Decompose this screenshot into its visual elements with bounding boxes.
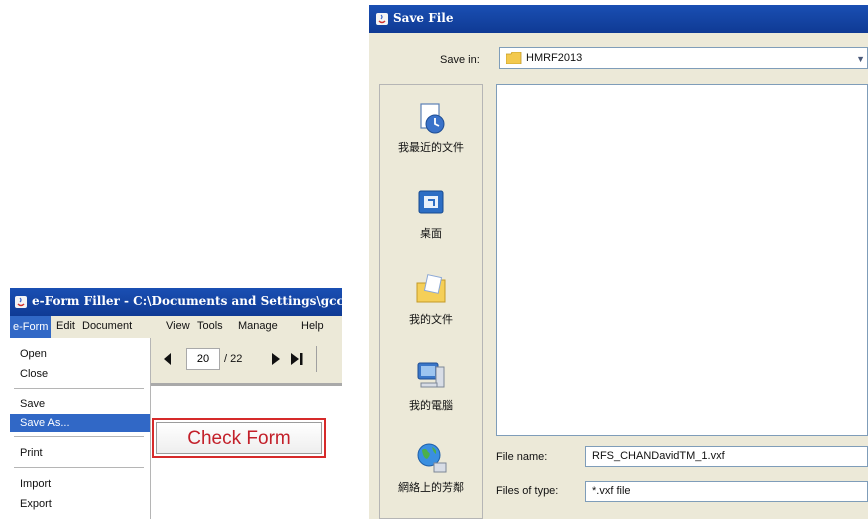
save-file-dialog: Save File Save in: HMRF2013 ▼ 我最近的文件 桌面 <box>369 5 868 519</box>
place-my-documents[interactable]: 我的文件 <box>380 273 482 327</box>
folder-icon <box>506 52 522 64</box>
menu-edit[interactable]: Edit <box>56 320 75 332</box>
place-recent-documents[interactable]: 我最近的文件 <box>380 101 482 155</box>
java-app-icon <box>15 296 27 308</box>
files-of-type-select[interactable]: *.vxf file <box>585 481 868 502</box>
save-dialog-title-bar: Save File <box>369 5 868 33</box>
page-total: / 22 <box>224 353 243 365</box>
chevron-down-icon[interactable]: ▼ <box>856 54 865 64</box>
menu-help[interactable]: Help <box>301 320 324 332</box>
check-form-button[interactable]: Check Form <box>152 418 326 458</box>
triangle-right-icon[interactable] <box>272 353 280 365</box>
save-in-label: Save in: <box>440 54 480 66</box>
menu-item-save-as[interactable]: Save As... <box>10 414 150 432</box>
menu-tools[interactable]: Tools <box>197 320 223 332</box>
menu-item-export[interactable]: Export <box>10 495 150 513</box>
menu-separator <box>14 388 144 389</box>
my-documents-icon <box>416 274 446 303</box>
eform-window-title: e-Form Filler - C:\Documents and Setting… <box>32 294 342 308</box>
save-in-value: HMRF2013 <box>526 52 583 64</box>
desktop-icon <box>418 190 444 214</box>
triangle-left-icon[interactable] <box>164 353 172 365</box>
place-network[interactable]: 網絡上的芳鄰 <box>380 441 482 495</box>
place-my-computer[interactable]: 我的電腦 <box>380 359 482 413</box>
eform-menu-bar: e-Form Edit Document View Tools Manage H… <box>10 316 342 339</box>
eform-dropdown-menu: Open Close Save Save As... Print Import … <box>10 338 151 519</box>
menu-eform[interactable]: e-Form <box>10 316 52 338</box>
recent-documents-icon <box>420 103 445 134</box>
toolbar-separator <box>316 346 317 372</box>
save-in-dropdown[interactable]: HMRF2013 ▼ <box>499 47 868 69</box>
eform-window: e-Form Filler - C:\Documents and Setting… <box>10 288 342 519</box>
menu-item-print[interactable]: Print <box>10 444 150 462</box>
menu-separator <box>14 436 144 437</box>
menu-manage[interactable]: Manage <box>238 320 278 332</box>
files-of-type-label: Files of type: <box>496 485 559 497</box>
places-bar: 我最近的文件 桌面 我的文件 我的電腦 網絡上的芳鄰 <box>379 84 483 519</box>
eform-toolbar: 20 / 22 <box>150 338 342 386</box>
save-dialog-title: Save File <box>393 11 454 25</box>
network-globe-icon <box>417 443 447 473</box>
menu-view[interactable]: View <box>166 320 190 332</box>
place-desktop[interactable]: 桌面 <box>380 187 482 241</box>
file-list[interactable] <box>496 84 868 436</box>
menu-item-save[interactable]: Save <box>10 395 150 413</box>
menu-item-open[interactable]: Open <box>10 345 150 363</box>
java-app-icon <box>376 13 388 25</box>
page-number-input[interactable]: 20 <box>186 348 220 370</box>
menu-document[interactable]: Document <box>82 320 132 332</box>
file-name-label: File name: <box>496 451 548 463</box>
menu-separator <box>14 467 144 468</box>
file-name-input[interactable]: RFS_CHANDavidTM_1.vxf <box>585 446 868 467</box>
my-computer-icon <box>417 362 445 388</box>
eform-title-bar: e-Form Filler - C:\Documents and Setting… <box>10 288 342 316</box>
menu-item-close[interactable]: Close <box>10 365 150 383</box>
skip-to-end-icon[interactable] <box>291 353 303 365</box>
check-form-label: Check Form <box>156 422 322 454</box>
menu-item-import[interactable]: Import <box>10 475 150 493</box>
